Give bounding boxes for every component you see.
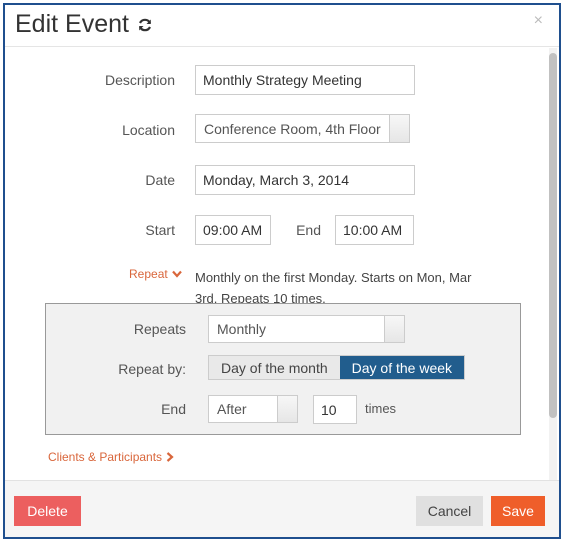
description-input[interactable]: [195, 65, 415, 95]
scrollbar-thumb[interactable]: [549, 53, 557, 418]
repeat-by-toggle: Day of the month Day of the week: [208, 355, 466, 380]
repeat-by-label: Repeat by:: [118, 361, 186, 377]
repeats-select-handle[interactable]: [384, 316, 404, 342]
close-icon[interactable]: ×: [534, 12, 543, 30]
repeat-end-select-handle[interactable]: [277, 396, 297, 422]
clients-participants-toggle[interactable]: Clients & Participants: [48, 450, 174, 464]
location-value: Conference Room, 4th Floor: [204, 120, 381, 137]
dialog-title-wrap: Edit Event: [15, 10, 153, 39]
chevron-right-icon: [166, 452, 174, 462]
delete-button[interactable]: Delete: [14, 496, 81, 526]
edit-event-dialog: Edit Event × Description Location Confer…: [3, 3, 561, 539]
refresh-icon[interactable]: [137, 17, 153, 33]
clients-link-label: Clients & Participants: [48, 450, 163, 464]
location-select[interactable]: Conference Room, 4th Floor: [195, 114, 410, 143]
location-label: Location: [122, 122, 175, 138]
location-select-handle[interactable]: [389, 115, 409, 142]
repeat-end-value: After: [217, 401, 247, 417]
repeat-end-select[interactable]: After: [208, 395, 298, 423]
end-time-label: End: [296, 222, 321, 238]
dialog-footer: Delete Cancel Save: [5, 480, 559, 537]
start-label: Start: [145, 222, 175, 238]
start-time-input[interactable]: [195, 215, 271, 245]
end-time-input[interactable]: [335, 215, 414, 245]
repeats-value: Monthly: [217, 321, 267, 337]
repeat-options-panel: Repeats Monthly Repeat by: Day of the mo…: [45, 303, 521, 435]
cancel-button[interactable]: Cancel: [416, 496, 483, 526]
chevron-down-icon: [171, 270, 182, 278]
repeat-link-label: Repeat: [129, 267, 168, 281]
repeats-label: Repeats: [133, 321, 186, 337]
repeat-end-label: End: [161, 401, 186, 417]
times-label: times: [365, 401, 397, 416]
date-label: Date: [145, 172, 175, 188]
repeat-count-input[interactable]: [313, 395, 357, 424]
dialog-header: Edit Event ×: [5, 5, 559, 47]
repeat-toggle[interactable]: Repeat: [129, 267, 182, 281]
repeat-by-day-of-week[interactable]: Day of the week: [339, 356, 465, 379]
description-label: Description: [104, 72, 175, 88]
repeats-select[interactable]: Monthly: [208, 315, 405, 343]
save-button[interactable]: Save: [491, 496, 545, 526]
repeat-by-day-of-month[interactable]: Day of the month: [209, 356, 340, 379]
dialog-title: Edit Event: [15, 10, 129, 38]
date-input[interactable]: [195, 165, 415, 195]
